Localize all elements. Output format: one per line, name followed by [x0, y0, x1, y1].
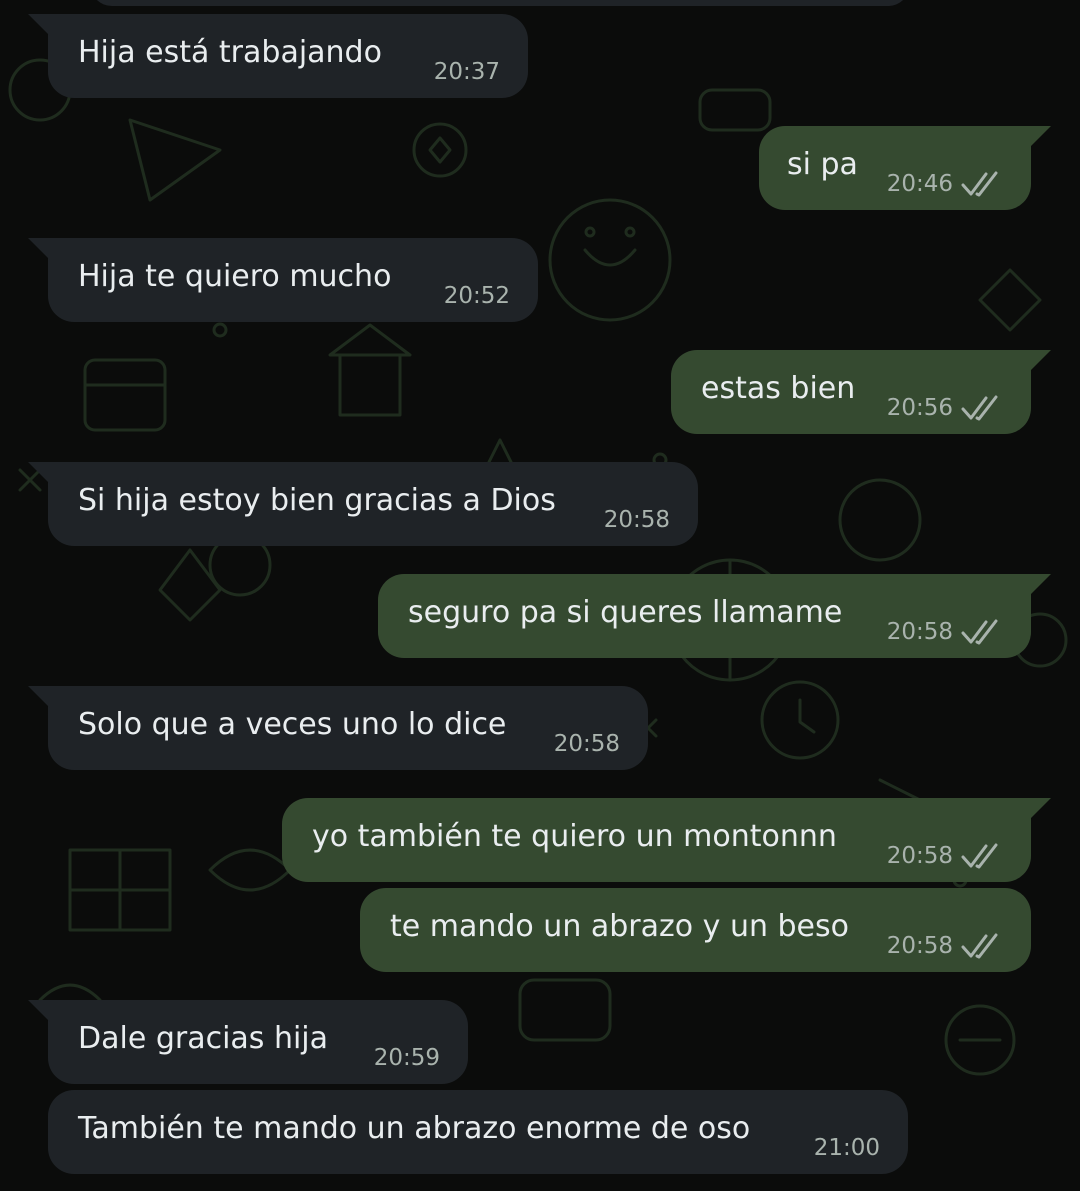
message-text: Hija te quiero mucho [78, 259, 392, 294]
message-time: 20:58 [603, 507, 670, 533]
message-time: 20:37 [433, 59, 500, 85]
message-time: 20:58 [886, 619, 953, 645]
incoming-message[interactable]: Si hija estoy bien gracias a Dios 20:58 [28, 462, 698, 546]
bubble-tail [28, 462, 50, 484]
outgoing-message[interactable]: estas bien 20:56 [671, 350, 1051, 434]
bubble-tail [28, 686, 50, 708]
message-text: Solo que a veces uno lo dice [78, 707, 507, 742]
outgoing-message[interactable]: si pa 20:46 [759, 126, 1051, 210]
message-meta: 20:59 [374, 1044, 440, 1072]
message-text: Si hija estoy bien gracias a Dios [78, 483, 556, 518]
double-check-icon [961, 395, 998, 421]
incoming-message[interactable]: Hija te quiero mucho 20:52 [28, 238, 538, 322]
message-time: 20:58 [553, 731, 620, 757]
message-meta: 20:58 [887, 618, 1003, 646]
double-check-icon [961, 619, 998, 645]
message-text: Hija está trabajando [78, 35, 382, 70]
message-time: 20:56 [886, 395, 953, 421]
message-meta: 20:58 [604, 506, 670, 534]
bubble-tail [28, 238, 50, 260]
message-meta: 20:58 [554, 730, 620, 758]
bubble-tail [28, 14, 50, 36]
incoming-message[interactable]: Dale gracias hija 20:59 [28, 1000, 468, 1084]
bubble-tail [1029, 350, 1051, 372]
message-meta: 20:56 [887, 394, 1003, 422]
message-time: 20:52 [443, 283, 510, 309]
message-text: yo también te quiero un montonnn [312, 819, 837, 854]
bubble-tail [1029, 798, 1051, 820]
outgoing-message[interactable]: yo también te quiero un montonnn 20:58 [282, 798, 1051, 882]
incoming-message[interactable]: Solo que a veces uno lo dice 20:58 [28, 686, 648, 770]
double-check-icon [961, 171, 998, 197]
message-text: estas bien [701, 371, 856, 406]
message-time: 20:58 [886, 843, 953, 869]
message-time: 21:00 [813, 1135, 880, 1161]
bubble-tail [28, 1000, 50, 1022]
message-text: si pa [787, 147, 858, 182]
bubble-tail [1029, 126, 1051, 148]
message-time: 20:58 [886, 933, 953, 959]
message-meta: 20:58 [887, 932, 1003, 960]
outgoing-message[interactable]: te mando un abrazo y un beso 20:58 [360, 888, 1031, 972]
message-text: También te mando un abrazo enorme de oso [78, 1111, 751, 1146]
incoming-message[interactable]: Hija está trabajando 20:37 [28, 14, 528, 98]
message-text: Dale gracias hija [78, 1021, 329, 1056]
double-check-icon [961, 933, 998, 959]
double-check-icon [961, 843, 998, 869]
message-meta: 20:58 [887, 842, 1003, 870]
outgoing-message[interactable]: seguro pa si queres llamame 20:58 [378, 574, 1051, 658]
message-text: te mando un abrazo y un beso [390, 909, 849, 944]
incoming-message[interactable]: También te mando un abrazo enorme de oso… [48, 1090, 908, 1174]
message-meta: 20:52 [444, 282, 510, 310]
chat-message-list[interactable]: Hija está trabajando 20:37 si pa 20:46 H… [0, 0, 1080, 1191]
message-meta: 20:37 [434, 58, 500, 86]
bubble-tail [1029, 574, 1051, 596]
message-meta: 20:46 [887, 170, 1003, 198]
message-meta: 21:00 [814, 1134, 880, 1162]
message-text: seguro pa si queres llamame [408, 595, 843, 630]
message-time: 20:46 [886, 171, 953, 197]
message-time: 20:59 [373, 1045, 440, 1071]
